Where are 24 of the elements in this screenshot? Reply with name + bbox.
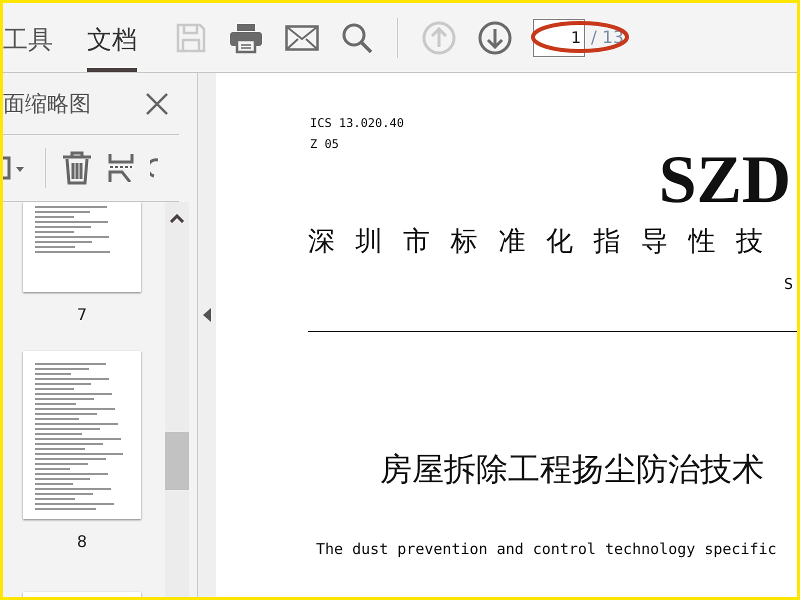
scrollbar-thumb[interactable]: [165, 432, 189, 490]
classification-code: Z 05: [310, 136, 340, 153]
mail-icon[interactable]: [285, 24, 319, 50]
standard-logo: SZD: [658, 149, 791, 209]
page-thumbnail[interactable]: [23, 351, 141, 519]
arrow-down-icon[interactable]: [478, 20, 512, 54]
scrollbar[interactable]: [165, 202, 189, 597]
print-icon[interactable]: [229, 22, 263, 54]
standard-number: S: [782, 275, 793, 293]
close-icon[interactable]: [145, 92, 169, 116]
english-title: The dust prevention and control technology specific: [316, 540, 778, 558]
search-icon[interactable]: [341, 22, 373, 54]
page-thumbnail[interactable]: [23, 202, 141, 292]
trash-icon[interactable]: [62, 151, 92, 185]
issuer-heading: 深 圳 市 标 准 化 指 导 性 技: [308, 225, 770, 259]
panel-title: 面缩略图: [3, 90, 91, 118]
page-number: 8: [76, 532, 88, 552]
document-title: 房屋拆除工程扬尘防治技术: [380, 449, 765, 490]
tab[interactable]: 工具: [3, 3, 53, 72]
extract-icon[interactable]: [108, 154, 134, 182]
scroll-up-icon[interactable]: [170, 214, 184, 223]
ics-code: ICS 13.020.40: [310, 115, 405, 132]
page-number: 7: [76, 305, 88, 325]
collapse-arrow-icon[interactable]: [203, 308, 211, 322]
